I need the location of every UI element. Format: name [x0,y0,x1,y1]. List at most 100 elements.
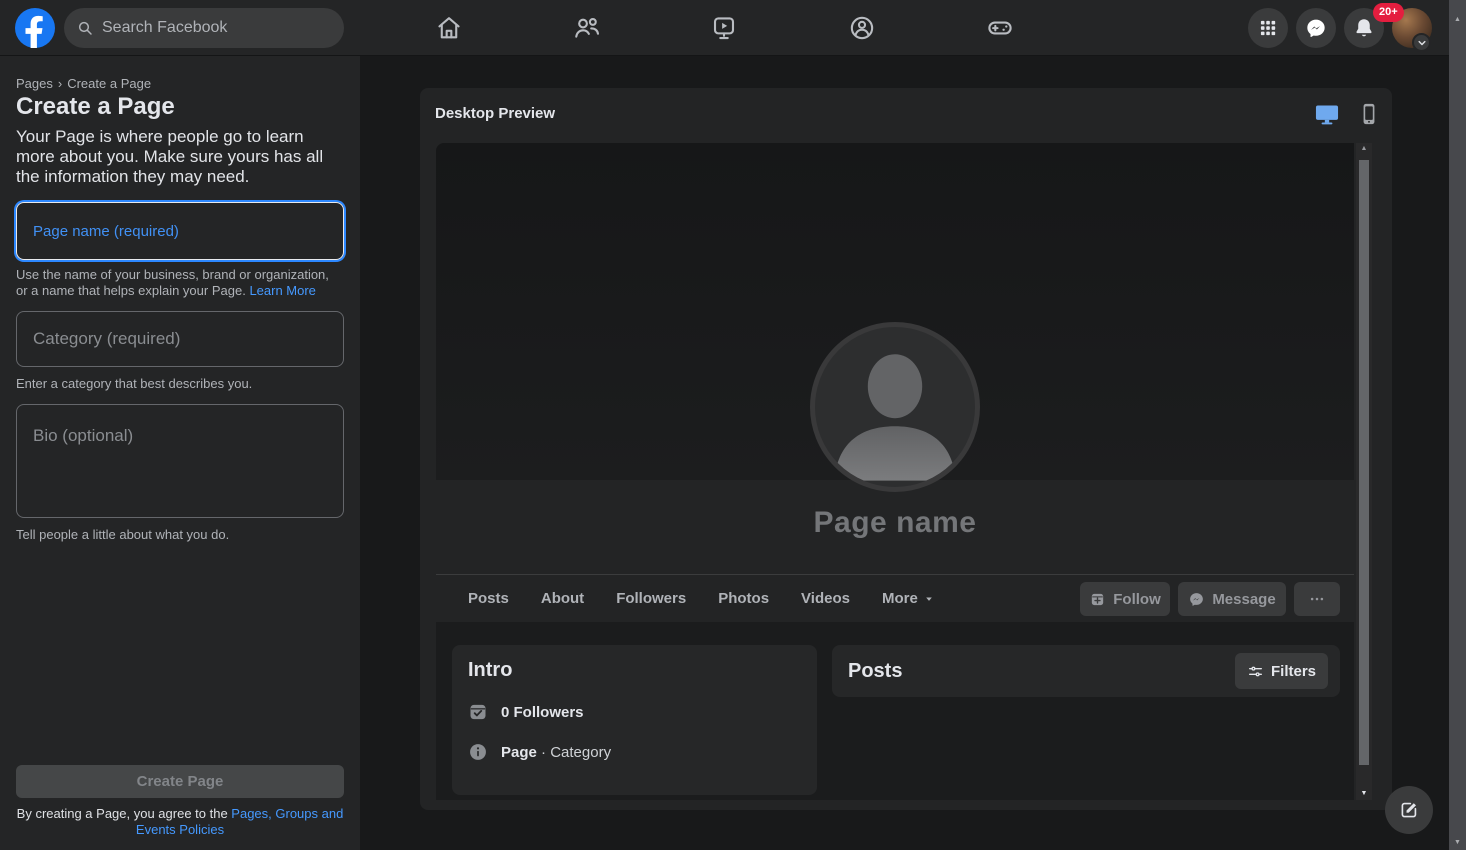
mobile-icon [1363,103,1375,125]
top-navigation-bar: Search Facebook 20+ [0,0,1449,56]
tab-followers[interactable]: Followers [600,575,702,623]
search-placeholder: Search Facebook [102,19,228,36]
messenger-button[interactable] [1296,8,1336,48]
create-page-sidebar: Pages › Create a Page Create a Page Your… [0,56,360,850]
bell-icon [1356,19,1372,37]
tab-videos[interactable]: Videos [785,575,866,623]
watch-icon [713,17,735,40]
policy-prefix: By creating a Page, you agree to the [16,806,232,821]
message-button-label: Message [1212,590,1276,608]
follower-check-icon [470,704,486,720]
bio-input[interactable]: Bio (optional) [16,404,344,518]
message-messenger-icon [1190,592,1204,606]
bio-helper: Tell people a little about what you do. [16,527,230,542]
search-icon [78,21,92,35]
page-description: Your Page is where people go to learn mo… [16,127,324,186]
category-word: Category [550,743,612,761]
tab-followers-label: Followers [616,590,687,607]
preview-scroll-up-arrow[interactable]: ▲ [1356,145,1372,152]
preview-card: Desktop Preview Page name Posts About Fo… [420,88,1392,810]
preview-title: Desktop Preview [435,105,556,122]
facebook-logo-icon [15,8,55,48]
preview-viewport: Page name Posts About Followers Photos V… [436,143,1354,800]
nav-friends-tab[interactable] [573,14,601,42]
policy-text: By creating a Page, you agree to the Pag… [16,806,344,837]
home-icon [438,17,460,39]
profile-chevron-button[interactable] [1412,33,1431,52]
tab-about-label: About [540,590,585,607]
tab-videos-label: Videos [801,590,850,607]
facebook-logo[interactable] [15,8,55,48]
tab-about[interactable]: About [525,575,600,623]
page-scroll-down-arrow[interactable]: ▼ [1449,839,1466,846]
page-scrollbar[interactable]: ▲ ▼ [1449,0,1466,850]
nav-home-tab[interactable] [435,14,463,42]
nav-gaming-tab[interactable] [986,14,1014,42]
compose-button[interactable] [1385,786,1433,834]
nav-watch-tab[interactable] [710,14,738,42]
page-name-input[interactable]: Page name (required) [16,202,344,260]
category-input[interactable]: Category (required) [16,311,344,367]
page-word: Page [501,743,537,761]
page-scroll-up-arrow[interactable]: ▲ [1449,16,1466,23]
page-type-text: Page · Category [501,744,611,761]
person-silhouette-icon [834,354,956,481]
desktop-preview-toggle[interactable] [1314,101,1340,127]
search-input[interactable]: Search Facebook [64,8,344,48]
learn-more-link[interactable]: Learn More [249,283,315,298]
intro-card: Intro 0 Followers Page · Category [452,645,817,795]
gaming-icon [988,21,1012,35]
followers-row: 0 Followers [468,702,801,722]
apps-menu-button[interactable] [1248,8,1288,48]
bio-label: Bio (optional) [33,426,134,445]
breadcrumb: Pages › Create a Page [16,76,344,91]
tab-more[interactable]: More [866,575,950,623]
mobile-preview-toggle[interactable] [1356,101,1382,127]
caret-down-icon [926,596,932,601]
info-icon [470,744,486,760]
page-header-strip: Page name Posts About Followers Photos V… [436,480,1354,622]
message-button[interactable]: Message [1178,582,1286,616]
page-avatar-placeholder [810,322,980,492]
page-name-helper: Use the name of your business, brand or … [16,267,344,299]
follow-button[interactable]: Follow [1080,582,1170,616]
tab-posts-label: Posts [468,590,509,607]
breadcrumb-current: Create a Page [67,76,152,91]
preview-scrollbar[interactable]: ▲ ▼ [1356,143,1372,800]
posts-card: Posts Filters [832,645,1340,697]
dot-separator: · [541,743,547,761]
more-options-button[interactable] [1294,582,1340,616]
preview-body: Intro 0 Followers Page · Category Posts … [436,622,1354,800]
facebook-create-page-screen: Search Facebook 20+ Pages › Create a Pag… [0,0,1466,850]
nav-groups-tab[interactable] [848,14,876,42]
breadcrumb-separator: › [57,76,63,91]
tab-posts[interactable]: Posts [452,575,525,623]
preview-scrollbar-thumb[interactable] [1359,160,1369,765]
category-row: Page · Category [468,742,801,762]
desktop-icon [1315,105,1339,125]
apps-grid-icon [1260,20,1276,36]
posts-title: Posts [848,659,903,682]
filters-icon [1249,666,1262,676]
category-label: Category (required) [33,329,181,348]
page-title: Create a Page [16,93,175,120]
page-name-label: Page name (required) [33,222,179,240]
tab-photos[interactable]: Photos [702,575,785,623]
page-name-placeholder: Page name [813,506,977,539]
category-helper: Enter a category that best describes you… [16,376,253,391]
tab-photos-label: Photos [718,590,770,607]
friends-icon [575,17,600,38]
filters-button[interactable]: Filters [1234,653,1328,689]
breadcrumb-pages-link[interactable]: Pages [16,76,53,91]
ellipsis-icon [1310,597,1324,601]
filters-button-label: Filters [1270,662,1316,680]
intro-title: Intro [468,659,513,681]
messenger-icon [1307,19,1325,38]
tab-more-label: More [881,590,918,607]
follow-button-label: Follow [1113,590,1161,608]
compose-icon [1401,802,1417,818]
followers-count: 0 Followers [501,703,584,721]
groups-icon [850,16,874,40]
preview-scroll-down-arrow[interactable]: ▼ [1356,790,1372,797]
create-page-button[interactable]: Create Page [16,765,344,798]
